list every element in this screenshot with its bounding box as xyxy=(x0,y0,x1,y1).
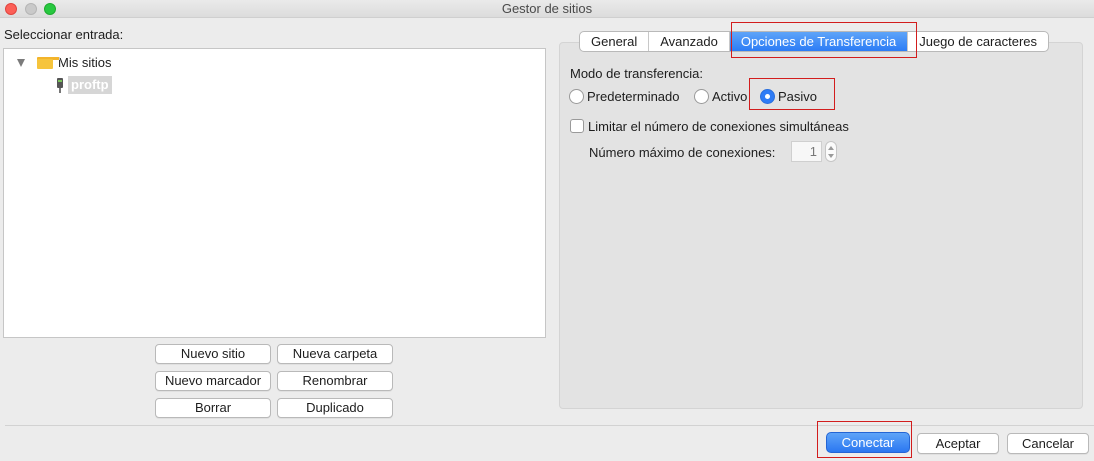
tab-opciones-transferencia[interactable]: Opciones de Transferencia xyxy=(729,32,909,51)
max-connections-stepper[interactable] xyxy=(825,141,837,162)
maximize-window-icon[interactable] xyxy=(44,3,56,15)
server-icon xyxy=(56,77,64,93)
tab-juego-caracteres[interactable]: Juego de caracteres xyxy=(908,32,1048,51)
radio-label: Pasivo xyxy=(778,88,818,104)
stepper-up-icon[interactable] xyxy=(828,146,834,150)
new-bookmark-button[interactable]: Nuevo marcador xyxy=(155,371,271,391)
limit-connections-checkbox[interactable] xyxy=(570,119,584,133)
tab-avanzado[interactable]: Avanzado xyxy=(649,32,730,51)
rename-button[interactable]: Renombrar xyxy=(277,371,393,391)
tree-item-mis-sitios[interactable]: Mis sitios xyxy=(17,54,111,72)
radio-pasivo[interactable]: Pasivo xyxy=(760,87,817,105)
site-tree[interactable]: Mis sitios proftp xyxy=(3,48,546,338)
max-connections-input[interactable]: 1 xyxy=(791,141,822,162)
folder-icon xyxy=(37,57,60,69)
select-entry-label: Seleccionar entrada: xyxy=(4,27,124,42)
tree-item-proftp[interactable]: proftp xyxy=(56,76,112,94)
stepper-down-icon[interactable] xyxy=(828,154,834,158)
max-connections-label: Número máximo de conexiones: xyxy=(589,145,776,160)
radio-button-icon[interactable] xyxy=(694,88,709,104)
radio-label: Activo xyxy=(712,88,748,104)
close-window-icon[interactable] xyxy=(5,3,17,15)
tree-item-label: Mis sitios xyxy=(58,55,112,70)
connect-button[interactable]: Conectar xyxy=(826,432,910,453)
duplicate-button[interactable]: Duplicado xyxy=(277,398,393,418)
limit-connections-label: Limitar el número de conexiones simultán… xyxy=(588,119,849,134)
footer-divider xyxy=(5,425,1094,426)
tab-bar: General Avanzado Opciones de Transferenc… xyxy=(579,31,1050,52)
tab-general[interactable]: General xyxy=(580,32,650,51)
new-folder-button[interactable]: Nueva carpeta xyxy=(277,344,393,364)
tree-item-label: proftp xyxy=(68,76,112,94)
radio-activo[interactable]: Activo xyxy=(694,87,747,105)
window-title: Gestor de sitios xyxy=(501,1,593,16)
delete-button[interactable]: Borrar xyxy=(155,398,271,418)
radio-selected-icon[interactable] xyxy=(760,88,775,104)
accept-button[interactable]: Aceptar xyxy=(917,433,999,454)
radio-button-icon[interactable] xyxy=(569,88,584,104)
radio-predeterminado[interactable]: Predeterminado xyxy=(569,87,680,105)
disclosure-triangle-icon[interactable] xyxy=(17,59,25,67)
title-bar: Gestor de sitios xyxy=(0,0,1094,18)
transfer-mode-label: Modo de transferencia: xyxy=(570,66,703,81)
minimize-window-icon[interactable] xyxy=(25,3,37,15)
cancel-button[interactable]: Cancelar xyxy=(1007,433,1089,454)
new-site-button[interactable]: Nuevo sitio xyxy=(155,344,271,364)
radio-label: Predeterminado xyxy=(587,88,680,104)
